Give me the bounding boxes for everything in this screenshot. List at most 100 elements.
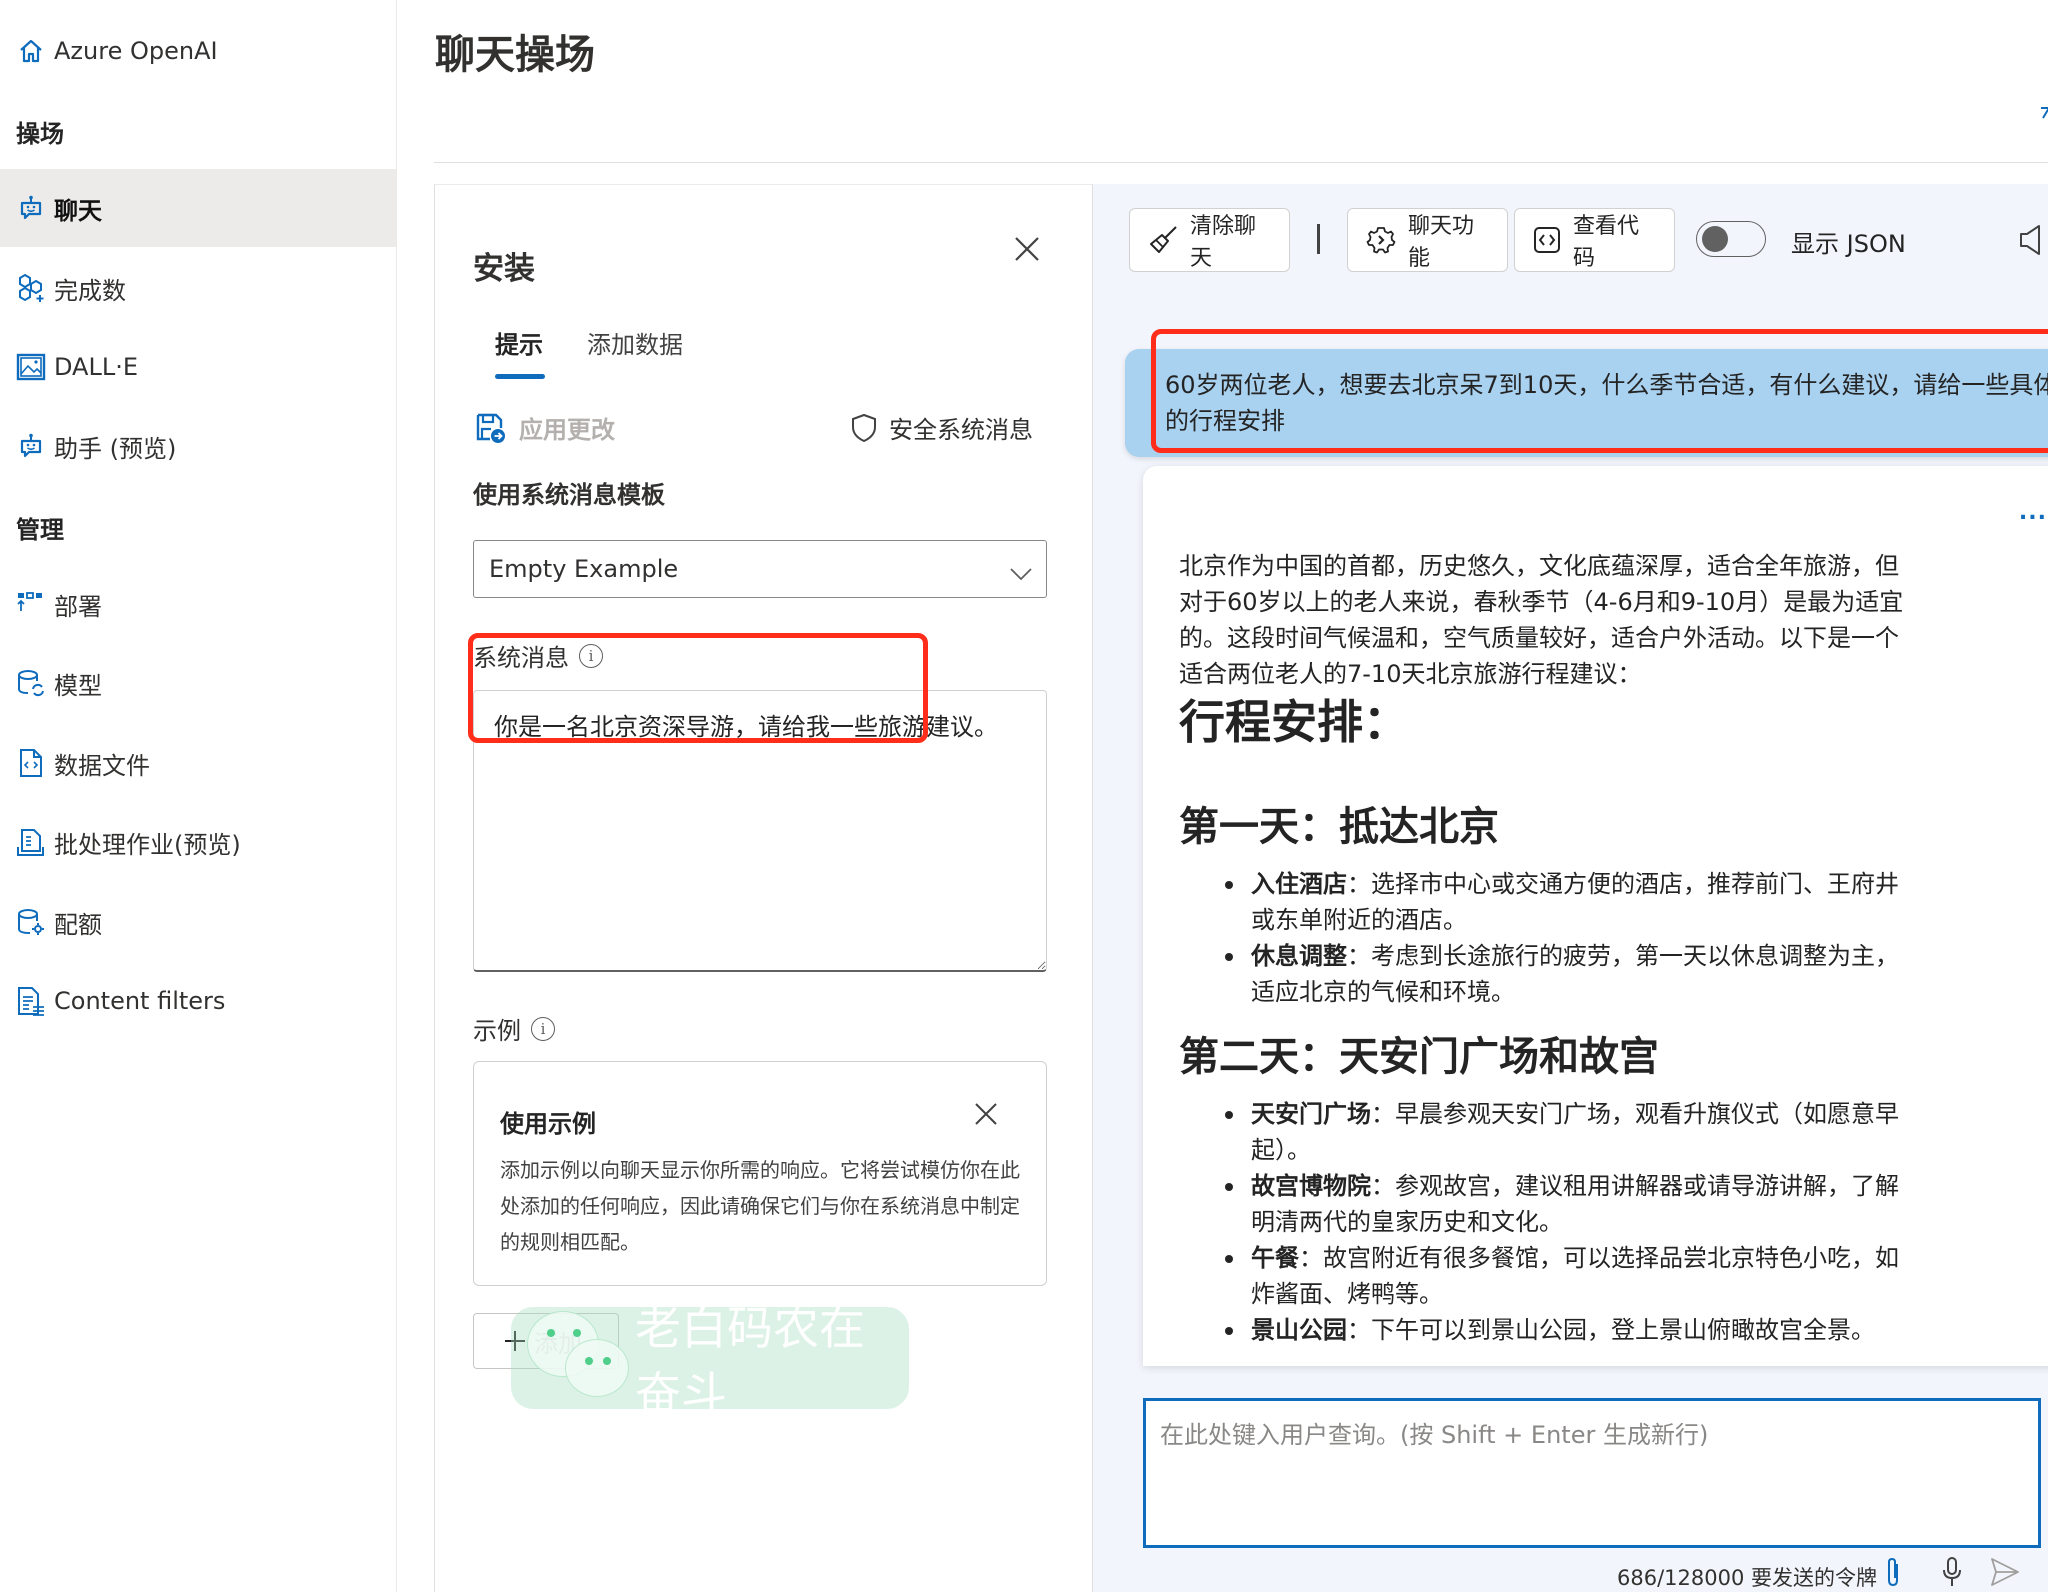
list-item: 天安门广场：早晨参观天安门广场，观看升旗仪式（如愿意早起）。 bbox=[1225, 1096, 1919, 1168]
active-tab-indicator bbox=[495, 374, 545, 379]
list-item-key: 入住酒店 bbox=[1251, 870, 1347, 898]
safety-system-message-button[interactable]: 安全系统消息 bbox=[851, 410, 1033, 445]
system-message-input[interactable]: 你是一名北京资深导游，请给我一些旅游建议。 bbox=[473, 690, 1047, 972]
day-heading: 第二天：天安门广场和故宫 bbox=[1179, 1034, 1659, 1080]
clear-chat-button[interactable]: 清除聊天 bbox=[1129, 208, 1290, 272]
send-icon[interactable] bbox=[1989, 1556, 2021, 1592]
template-dropdown[interactable]: Empty Example bbox=[473, 540, 1047, 598]
chat-bot-icon bbox=[16, 193, 46, 223]
info-icon[interactable]: i bbox=[531, 1016, 555, 1041]
apply-changes-label: 应用更改 bbox=[519, 416, 615, 444]
list-item-text: ：选择市中心或交通方便的酒店，推荐前门、王府井或东单附近的酒店。 bbox=[1251, 870, 1899, 934]
list-item-key: 午餐 bbox=[1251, 1244, 1299, 1272]
list-item: 景山公园：下午可以到景山公园，登上景山俯瞰故宫全景。 bbox=[1225, 1312, 1919, 1348]
sidebar-item-quota-label: 配额 bbox=[54, 910, 102, 939]
more-options-icon[interactable]: ... bbox=[2019, 500, 2047, 525]
list-item-text: ：考虑到长途旅行的疲劳，第一天以休息调整为主，适应北京的气候和环境。 bbox=[1251, 942, 1899, 1006]
sidebar-section-management: 管理 bbox=[16, 516, 64, 544]
list-item-key: 故宫博物院 bbox=[1251, 1172, 1371, 1200]
quota-icon bbox=[16, 907, 46, 937]
dismiss-examples-card-button[interactable] bbox=[974, 1102, 998, 1130]
sidebar-item-chat[interactable]: 聊天 bbox=[0, 169, 396, 247]
system-message-label: 系统消息 bbox=[473, 644, 569, 672]
template-dropdown-value: Empty Example bbox=[489, 555, 679, 583]
user-query-input[interactable] bbox=[1143, 1398, 2041, 1548]
overflow-link-icon[interactable] bbox=[2040, 102, 2048, 130]
list-item-key: 休息调整 bbox=[1251, 942, 1347, 970]
setup-title: 安装 bbox=[473, 251, 535, 287]
gear-icon bbox=[1366, 225, 1396, 255]
sidebar-item-models[interactable]: 模型 bbox=[0, 644, 396, 722]
sidebar-item-assistants-label: 助手 (预览) bbox=[54, 434, 177, 463]
examples-card-body: 添加示例以向聊天显示你所需的响应。它将尝试模仿你在此处添加的任何响应，因此请确保… bbox=[500, 1158, 1020, 1254]
view-code-button[interactable]: 查看代码 bbox=[1514, 208, 1675, 272]
broom-icon bbox=[1148, 225, 1178, 255]
sidebar-item-data-files[interactable]: 数据文件 bbox=[0, 724, 396, 802]
close-setup-button[interactable] bbox=[1013, 235, 1041, 267]
image-icon bbox=[16, 352, 46, 382]
assistant-bot-icon bbox=[16, 431, 46, 461]
speaker-icon[interactable] bbox=[2019, 224, 2041, 260]
assistant-message-content: 北京作为中国的首都，历史悠久，文化底蕴深厚，适合全年旅游，但对于60岁以上的老人… bbox=[1179, 548, 1919, 1348]
system-message-label-row: 系统消息 i bbox=[473, 638, 603, 673]
show-json-toggle[interactable] bbox=[1696, 221, 1766, 257]
chat-capabilities-button[interactable]: 聊天功能 bbox=[1347, 208, 1508, 272]
sidebar-item-dalle[interactable]: DALL·E bbox=[0, 328, 396, 406]
list-item-text: ：下午可以到景山公园，登上景山俯瞰故宫全景。 bbox=[1347, 1316, 1875, 1344]
list-item: 故宫博物院：参观故宫，建议租用讲解器或请导游讲解，了解明清两代的皇家历史和文化。 bbox=[1225, 1168, 1919, 1240]
deployments-icon bbox=[16, 589, 46, 619]
list-item-key: 天安门广场 bbox=[1251, 1100, 1371, 1128]
list-item: 休息调整：考虑到长途旅行的疲劳，第一天以休息调整为主，适应北京的气候和环境。 bbox=[1225, 938, 1919, 1010]
setup-panel: 安装 提示 添加数据 应用更改 安全系统消息 使用系统消息模板 Empty Ex… bbox=[434, 184, 1092, 1592]
token-count: 686/128000 要发送的令牌 bbox=[1617, 1566, 1877, 1590]
examples-card-title: 使用示例 bbox=[500, 1110, 596, 1138]
tab-add-data[interactable]: 添加数据 bbox=[587, 325, 683, 360]
user-message-text: 60岁两位老人，想要去北京呆7到10天，什么季节合适，有什么建议，请给一些具体的… bbox=[1165, 371, 2048, 435]
home-icon bbox=[16, 36, 46, 66]
plus-icon bbox=[504, 1330, 526, 1352]
shield-icon bbox=[851, 413, 877, 443]
sidebar-item-completions[interactable]: 完成数 bbox=[0, 249, 396, 327]
sidebar-section-playground: 操场 bbox=[16, 120, 64, 148]
save-apply-icon bbox=[475, 412, 507, 444]
sidebar-item-content-filters[interactable]: Content filters bbox=[0, 962, 396, 1040]
template-label: 使用系统消息模板 bbox=[473, 481, 665, 509]
sidebar-item-dalle-label: DALL·E bbox=[54, 353, 139, 381]
sidebar-item-batch-jobs[interactable]: 批处理作业(预览) bbox=[0, 803, 396, 881]
sidebar-item-models-label: 模型 bbox=[54, 671, 102, 700]
sidebar-item-completions-label: 完成数 bbox=[54, 276, 126, 305]
tab-prompt[interactable]: 提示 bbox=[495, 325, 543, 360]
assistant-intro: 北京作为中国的首都，历史悠久，文化底蕴深厚，适合全年旅游，但对于60岁以上的老人… bbox=[1179, 552, 1904, 688]
sidebar-item-deployments[interactable]: 部署 bbox=[0, 565, 396, 643]
clear-chat-label: 清除聊天 bbox=[1190, 214, 1257, 271]
sidebar-item-quota[interactable]: 配额 bbox=[0, 883, 396, 961]
chat-panel: 清除聊天 聊天功能 查看代码 显示 JSON 60岁两位老人，想要去北京呆7到1… bbox=[1092, 184, 2048, 1592]
sidebar-item-assistants[interactable]: 助手 (预览) bbox=[0, 407, 396, 485]
info-icon[interactable]: i bbox=[579, 643, 603, 668]
examples-card: 使用示例 添加示例以向聊天显示你所需的响应。它将尝试模仿你在此处添加的任何响应，… bbox=[473, 1061, 1047, 1286]
add-example-label: 添加 bbox=[534, 1329, 582, 1358]
user-message-bubble: 60岁两位老人，想要去北京呆7到10天，什么季节合适，有什么建议，请给一些具体的… bbox=[1125, 349, 2048, 457]
sidebar-item-data-files-label: 数据文件 bbox=[54, 751, 150, 780]
sidebar-item-deployments-label: 部署 bbox=[54, 592, 102, 621]
microphone-icon[interactable] bbox=[1941, 1556, 1963, 1592]
code-icon bbox=[1533, 226, 1561, 254]
models-icon bbox=[16, 668, 46, 698]
sidebar-home-link[interactable]: Azure OpenAI bbox=[0, 12, 396, 90]
apply-changes-button[interactable]: 应用更改 bbox=[475, 410, 615, 445]
sidebar-item-batch-jobs-label: 批处理作业(预览) bbox=[54, 830, 241, 859]
add-example-button[interactable]: 添加 bbox=[473, 1313, 619, 1369]
examples-label-row: 示例 i bbox=[473, 1011, 555, 1046]
show-json-label: 显示 JSON bbox=[1791, 230, 1906, 258]
page-title: 聊天操场 bbox=[435, 32, 595, 78]
day-heading: 第一天：抵达北京 bbox=[1179, 804, 1499, 850]
data-files-icon bbox=[16, 748, 46, 778]
chevron-down-icon bbox=[1010, 559, 1032, 587]
day-item-list: 天安门广场：早晨参观天安门广场，观看升旗仪式（如愿意早起）。 故宫博物院：参观故… bbox=[1179, 1096, 1919, 1348]
toolbar-divider bbox=[1317, 224, 1320, 254]
list-item: 午餐：故宫附近有很多餐馆，可以选择品尝北京特色小吃，如炸酱面、烤鸭等。 bbox=[1225, 1240, 1919, 1312]
assistant-message-card: ... 北京作为中国的首都，历史悠久，文化底蕴深厚，适合全年旅游，但对于60岁以… bbox=[1143, 466, 2048, 1366]
attach-icon[interactable] bbox=[1883, 1556, 1903, 1592]
close-icon bbox=[975, 1103, 997, 1125]
toggle-knob bbox=[1702, 226, 1728, 252]
